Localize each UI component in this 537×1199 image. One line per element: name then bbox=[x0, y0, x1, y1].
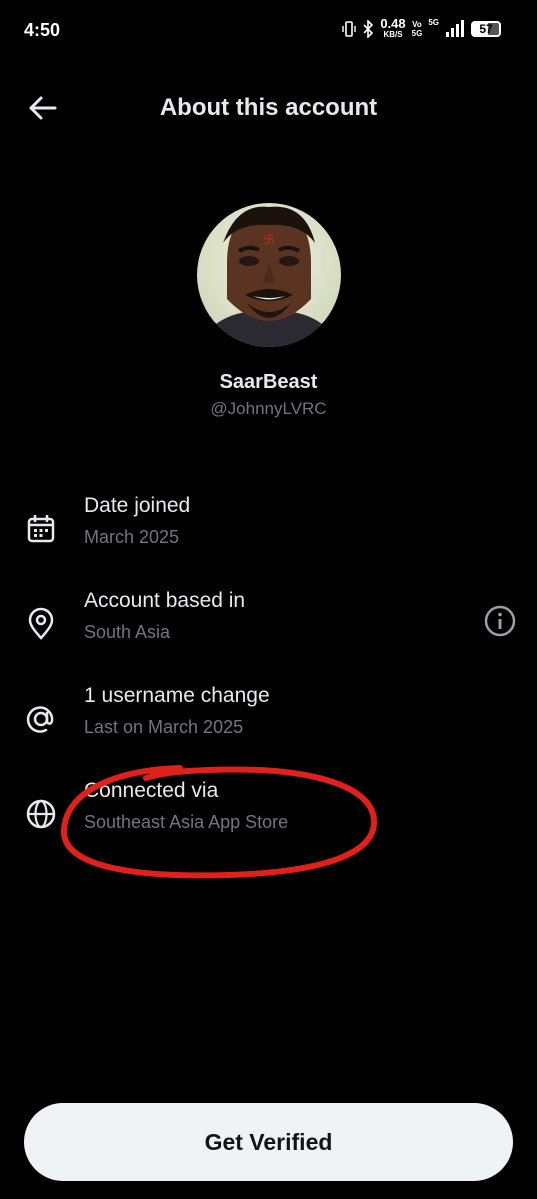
battery-icon: 57 bbox=[471, 21, 501, 37]
info-circle-icon bbox=[484, 605, 516, 637]
detail-account-based-in: Account based in South Asia bbox=[0, 589, 537, 659]
volte-indicator: Vo 5G bbox=[412, 20, 423, 38]
status-bar: 4:50 0.48 KB/S Vo 5G 5G 57 bbox=[0, 0, 537, 60]
vibrate-icon bbox=[342, 21, 357, 37]
volte-top: Vo bbox=[412, 20, 422, 29]
avatar[interactable]: 卐 bbox=[197, 203, 341, 347]
status-time: 4:50 bbox=[24, 20, 61, 40]
globe-icon bbox=[26, 799, 56, 829]
location-pin-icon bbox=[28, 607, 54, 640]
battery-level: 57 bbox=[479, 22, 493, 36]
detail-value: South Asia bbox=[84, 622, 171, 642]
svg-text:卐: 卐 bbox=[264, 233, 275, 246]
username-handle: @JohnnyLVRC bbox=[210, 399, 327, 418]
volte-bottom: 5G bbox=[411, 29, 423, 38]
page-title: About this account bbox=[159, 94, 378, 121]
detail-connected-via: Connected via Southeast Asia App Store bbox=[0, 779, 537, 849]
account-location-info-button[interactable] bbox=[483, 604, 517, 638]
bluetooth-icon bbox=[363, 20, 374, 38]
at-sign-icon bbox=[26, 706, 54, 733]
network-speed-unit: KB/S bbox=[383, 30, 403, 39]
detail-label: Date joined bbox=[84, 494, 191, 517]
get-verified-button[interactable]: Get Verified bbox=[24, 1103, 513, 1181]
display-name: SaarBeast bbox=[219, 371, 318, 393]
signal-icon bbox=[446, 20, 464, 37]
network-speed: 0.48 KB/S bbox=[380, 17, 405, 40]
detail-value: March 2025 bbox=[84, 527, 180, 547]
detail-date-joined: Date joined March 2025 bbox=[0, 494, 537, 564]
calendar-icon bbox=[27, 515, 55, 543]
detail-label: Connected via bbox=[84, 779, 219, 802]
detail-label: 1 username change bbox=[84, 684, 270, 707]
header: About this account bbox=[0, 80, 537, 136]
avatar-image: 卐 bbox=[197, 203, 341, 347]
detail-value: Last on March 2025 bbox=[84, 717, 244, 737]
detail-label: Account based in bbox=[84, 589, 246, 612]
status-icons: 0.48 KB/S Vo 5G 5G 57 bbox=[342, 17, 501, 40]
network-type: 5G bbox=[428, 18, 439, 27]
detail-username-change: 1 username change Last on March 2025 bbox=[0, 684, 537, 754]
detail-value: Southeast Asia App Store bbox=[84, 812, 289, 832]
